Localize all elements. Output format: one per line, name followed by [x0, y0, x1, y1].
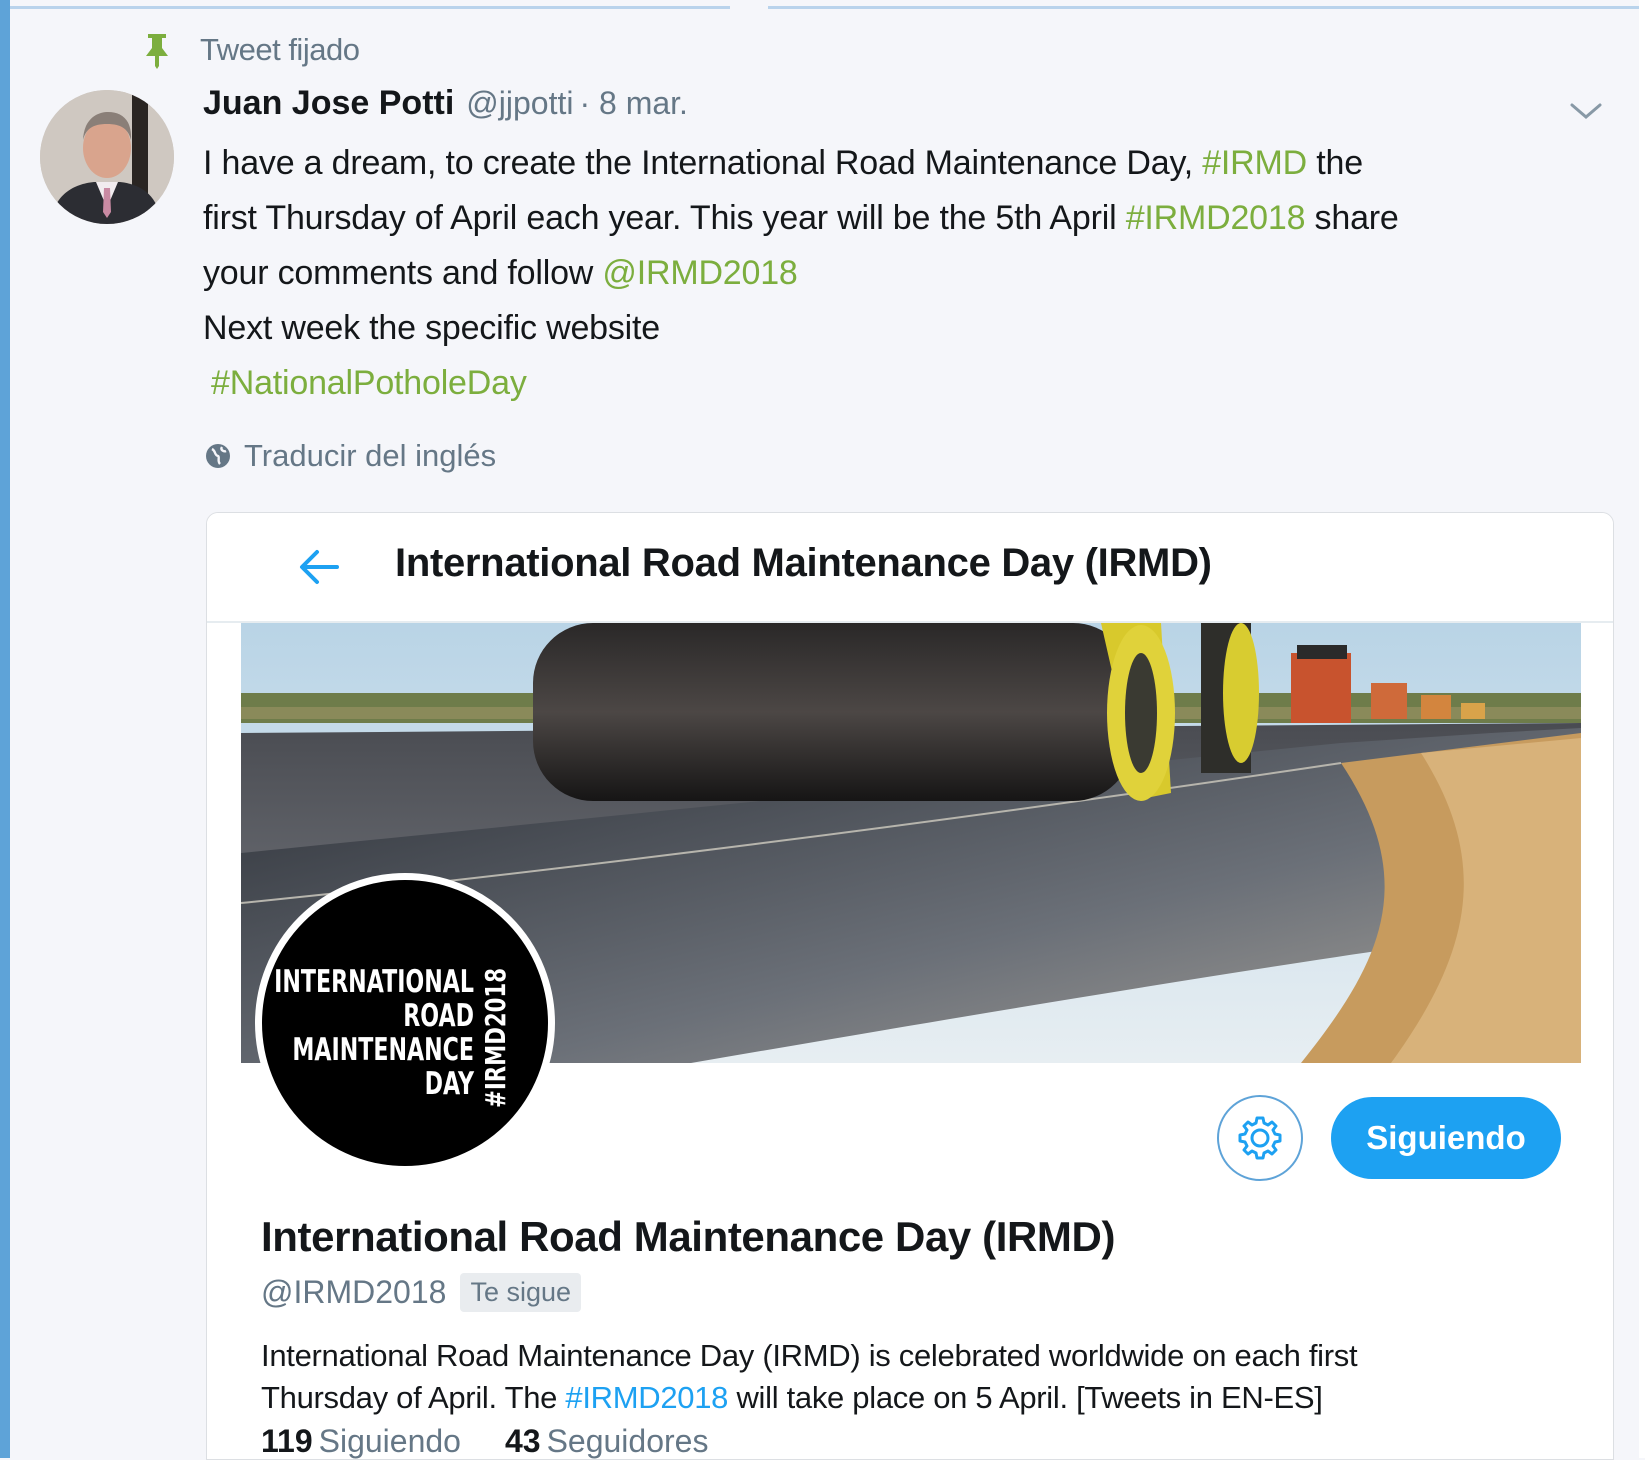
- tweet-text-line: #NationalPotholeDay: [203, 356, 1623, 411]
- card-header-title: International Road Maintenance Day (IRMD…: [395, 541, 1212, 585]
- back-arrow-icon[interactable]: [297, 547, 341, 587]
- embedded-screenshot-card[interactable]: International Road Maintenance Day (IRMD…: [206, 512, 1614, 1460]
- profile-stats: 119 Siguiendo 43 Seguidores: [261, 1423, 752, 1459]
- logo-text-line: ROAD: [403, 998, 474, 1034]
- text-span: first Thursday of April each year. This …: [203, 199, 1126, 237]
- hashtag-link[interactable]: #IRMD2018: [565, 1380, 728, 1415]
- pinned-accent-bar: [0, 0, 10, 1458]
- mention-link[interactable]: @IRMD2018: [602, 254, 797, 292]
- logo-text-line: DAY: [425, 1066, 475, 1102]
- profile-handle-row: @IRMD2018 Te sigue: [261, 1273, 582, 1312]
- hashtag-link[interactable]: #IRMD: [1202, 144, 1307, 182]
- followers-count[interactable]: 43: [505, 1423, 541, 1459]
- text-span: Thursday of April. The: [261, 1380, 566, 1415]
- text-span: will take place on 5 April. [Tweets in E…: [728, 1380, 1323, 1415]
- text-span: your comments and follow: [203, 254, 603, 292]
- author-name[interactable]: Juan Jose Potti: [203, 84, 454, 123]
- settings-button[interactable]: [1217, 1095, 1303, 1181]
- tweet-text-line: your comments and follow @IRMD2018: [203, 246, 1623, 301]
- tweet-header: Juan Jose Potti @jjpotti · 8 mar.: [203, 84, 688, 140]
- globe-icon: [206, 444, 230, 468]
- tweet-text-line: I have a dream, to create the Internatio…: [203, 136, 1623, 191]
- translate-label: Traducir del inglés: [244, 438, 497, 473]
- tweet-date[interactable]: · 8 mar.: [579, 85, 687, 122]
- irmd-logo: INTERNATIONAL ROAD MAINTENANCE DAY #IRMD…: [274, 964, 512, 1108]
- logo-text-line: MAINTENANCE: [292, 1032, 474, 1068]
- text-span: I have a dream, to create the Internatio…: [203, 144, 1203, 182]
- author-handle[interactable]: @jjpotti: [466, 85, 573, 122]
- profile-handle: @IRMD2018: [261, 1274, 447, 1310]
- tweet-text-line: first Thursday of April each year. This …: [203, 191, 1623, 246]
- bio-line: International Road Maintenance Day (IRMD…: [261, 1338, 1358, 1373]
- bio-line: Thursday of April. The #IRMD2018 will ta…: [261, 1377, 1561, 1419]
- followers-label[interactable]: Seguidores: [547, 1423, 709, 1459]
- text-span: share: [1305, 199, 1399, 237]
- card-header: International Road Maintenance Day (IRMD…: [207, 513, 1613, 623]
- profile-bio: International Road Maintenance Day (IRMD…: [261, 1335, 1561, 1419]
- chevron-down-icon[interactable]: [1566, 96, 1606, 126]
- tweet-text: I have a dream, to create the Internatio…: [203, 136, 1623, 411]
- top-border: [768, 6, 1645, 9]
- following-label[interactable]: Siguiendo: [319, 1423, 461, 1459]
- logo-text-line: INTERNATIONAL: [274, 964, 474, 1000]
- pinned-label: Tweet fijado: [200, 32, 360, 67]
- author-avatar[interactable]: [40, 90, 174, 224]
- text-span: the: [1307, 144, 1363, 182]
- following-button[interactable]: Siguiendo: [1331, 1097, 1561, 1179]
- logo-vertical-hashtag: #IRMD2018: [479, 968, 511, 1108]
- tweet-text-line: Next week the specific website: [203, 309, 660, 347]
- top-border: [0, 6, 730, 9]
- profile-avatar[interactable]: INTERNATIONAL ROAD MAINTENANCE DAY #IRMD…: [255, 873, 555, 1173]
- pinned-indicator: Tweet fijado: [140, 30, 360, 70]
- hashtag-link[interactable]: #IRMD2018: [1126, 199, 1306, 237]
- profile-panel: INTERNATIONAL ROAD MAINTENANCE DAY #IRMD…: [241, 623, 1581, 1459]
- following-count[interactable]: 119: [261, 1423, 313, 1459]
- follows-you-badge: Te sigue: [460, 1273, 582, 1312]
- translate-link[interactable]: Traducir del inglés: [204, 436, 496, 476]
- pin-icon: [146, 34, 168, 69]
- hashtag-link[interactable]: #NationalPotholeDay: [211, 364, 527, 402]
- profile-name: International Road Maintenance Day (IRMD…: [261, 1213, 1116, 1260]
- author-photo: [40, 90, 174, 224]
- gear-icon: [1238, 1116, 1282, 1160]
- scrollbar-track: [1639, 0, 1645, 1458]
